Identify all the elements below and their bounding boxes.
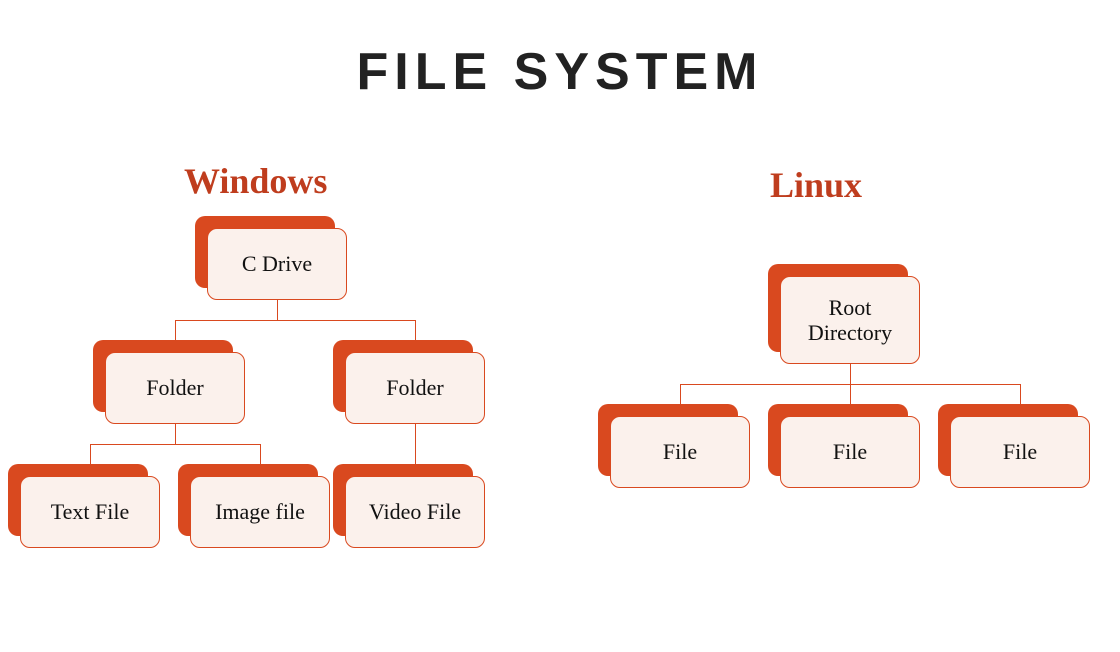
linux-root-text: Root Directory [780, 276, 920, 364]
connector [175, 320, 415, 321]
windows-leaf3-text: Video File [345, 476, 485, 548]
connector [175, 320, 176, 340]
windows-folder1-node: Folder [105, 352, 245, 424]
connector [175, 424, 176, 444]
page-title: FILE SYSTEM [0, 42, 1120, 102]
windows-folder2-node: Folder [345, 352, 485, 424]
connector [415, 320, 416, 340]
linux-file3-text: File [950, 416, 1090, 488]
linux-file2-text: File [780, 416, 920, 488]
linux-file1-text: File [610, 416, 750, 488]
windows-leaf1-node: Text File [20, 476, 160, 548]
linux-file3-node: File [950, 416, 1090, 488]
linux-root-node: Root Directory [780, 276, 920, 364]
windows-leaf3-node: Video File [345, 476, 485, 548]
windows-leaf1-text: Text File [20, 476, 160, 548]
windows-folder1-text: Folder [105, 352, 245, 424]
connector [680, 384, 681, 404]
connector [90, 444, 91, 464]
linux-label: Linux [770, 164, 862, 206]
connector [415, 424, 416, 464]
connector [850, 384, 851, 404]
windows-root-node: C Drive [207, 228, 347, 300]
linux-file1-node: File [610, 416, 750, 488]
windows-label: Windows [184, 160, 327, 202]
connector [1020, 384, 1021, 404]
connector [850, 364, 851, 384]
windows-leaf2-node: Image file [190, 476, 330, 548]
connector [260, 444, 261, 464]
windows-root-text: C Drive [207, 228, 347, 300]
windows-leaf2-text: Image file [190, 476, 330, 548]
linux-file2-node: File [780, 416, 920, 488]
connector [90, 444, 260, 445]
connector [277, 300, 278, 320]
windows-folder2-text: Folder [345, 352, 485, 424]
